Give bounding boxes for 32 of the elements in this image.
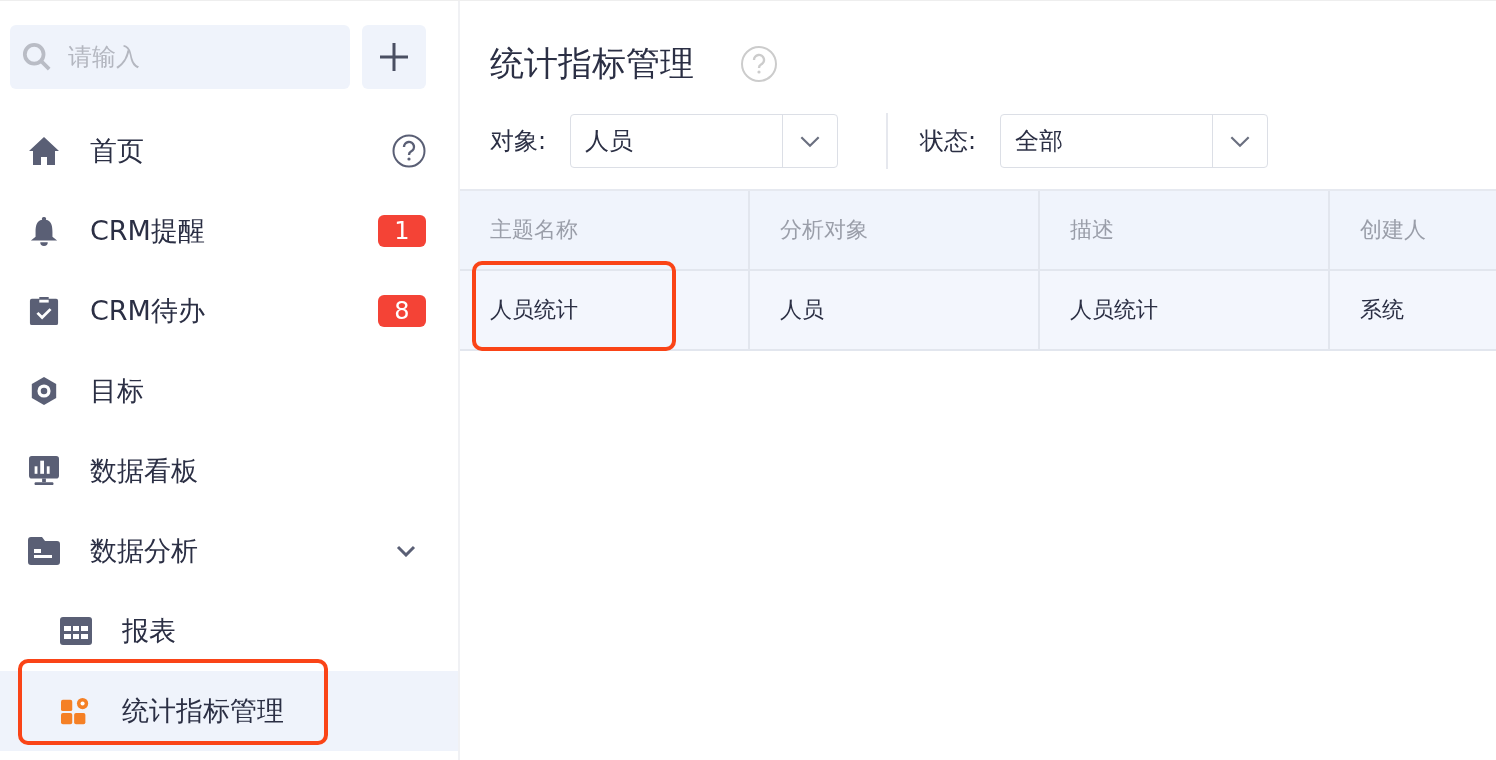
nav-item[interactable]: 统计指标管理	[0, 671, 458, 751]
nav-item[interactable]: CRM待办 8	[0, 271, 458, 351]
folder-icon	[28, 536, 60, 566]
column-header: 描述	[1040, 191, 1330, 269]
chevron-icon[interactable]	[396, 545, 416, 557]
dropdown-field[interactable]: 人员	[570, 114, 839, 168]
nav-item[interactable]: CRM提醒 1	[0, 191, 458, 271]
search-icon	[22, 42, 52, 72]
nav-item[interactable]: 首页	[0, 111, 458, 191]
column-header: 创建人	[1359, 216, 1427, 244]
column-header: 分析对象	[750, 191, 1040, 269]
table-icon	[60, 616, 92, 646]
page-title: 统计指标管理	[490, 42, 694, 85]
nav-item[interactable]: 数据看板	[0, 431, 458, 511]
plus-icon	[379, 42, 409, 72]
column-header: 主题名称	[460, 191, 750, 269]
chart-board-icon	[28, 456, 60, 486]
help-icon[interactable]	[392, 134, 426, 168]
caret-icon	[1229, 134, 1252, 148]
nav-item[interactable]: 数据分析	[0, 511, 458, 591]
caret-icon	[799, 134, 822, 148]
add-button[interactable]	[362, 25, 426, 89]
nav-item[interactable]: 目标	[0, 351, 458, 431]
nav-item[interactable]: 报表	[0, 591, 458, 671]
count-badge: 8	[378, 295, 426, 327]
dropdown-field[interactable]: 全部	[1000, 114, 1269, 168]
search-field[interactable]: 请输入	[10, 25, 350, 89]
clipboard-check-icon	[28, 296, 60, 326]
count-badge: 1	[378, 215, 426, 247]
home-icon	[28, 136, 60, 166]
filter-label: 对象:	[490, 126, 547, 157]
filter-label: 状态:	[920, 126, 977, 157]
